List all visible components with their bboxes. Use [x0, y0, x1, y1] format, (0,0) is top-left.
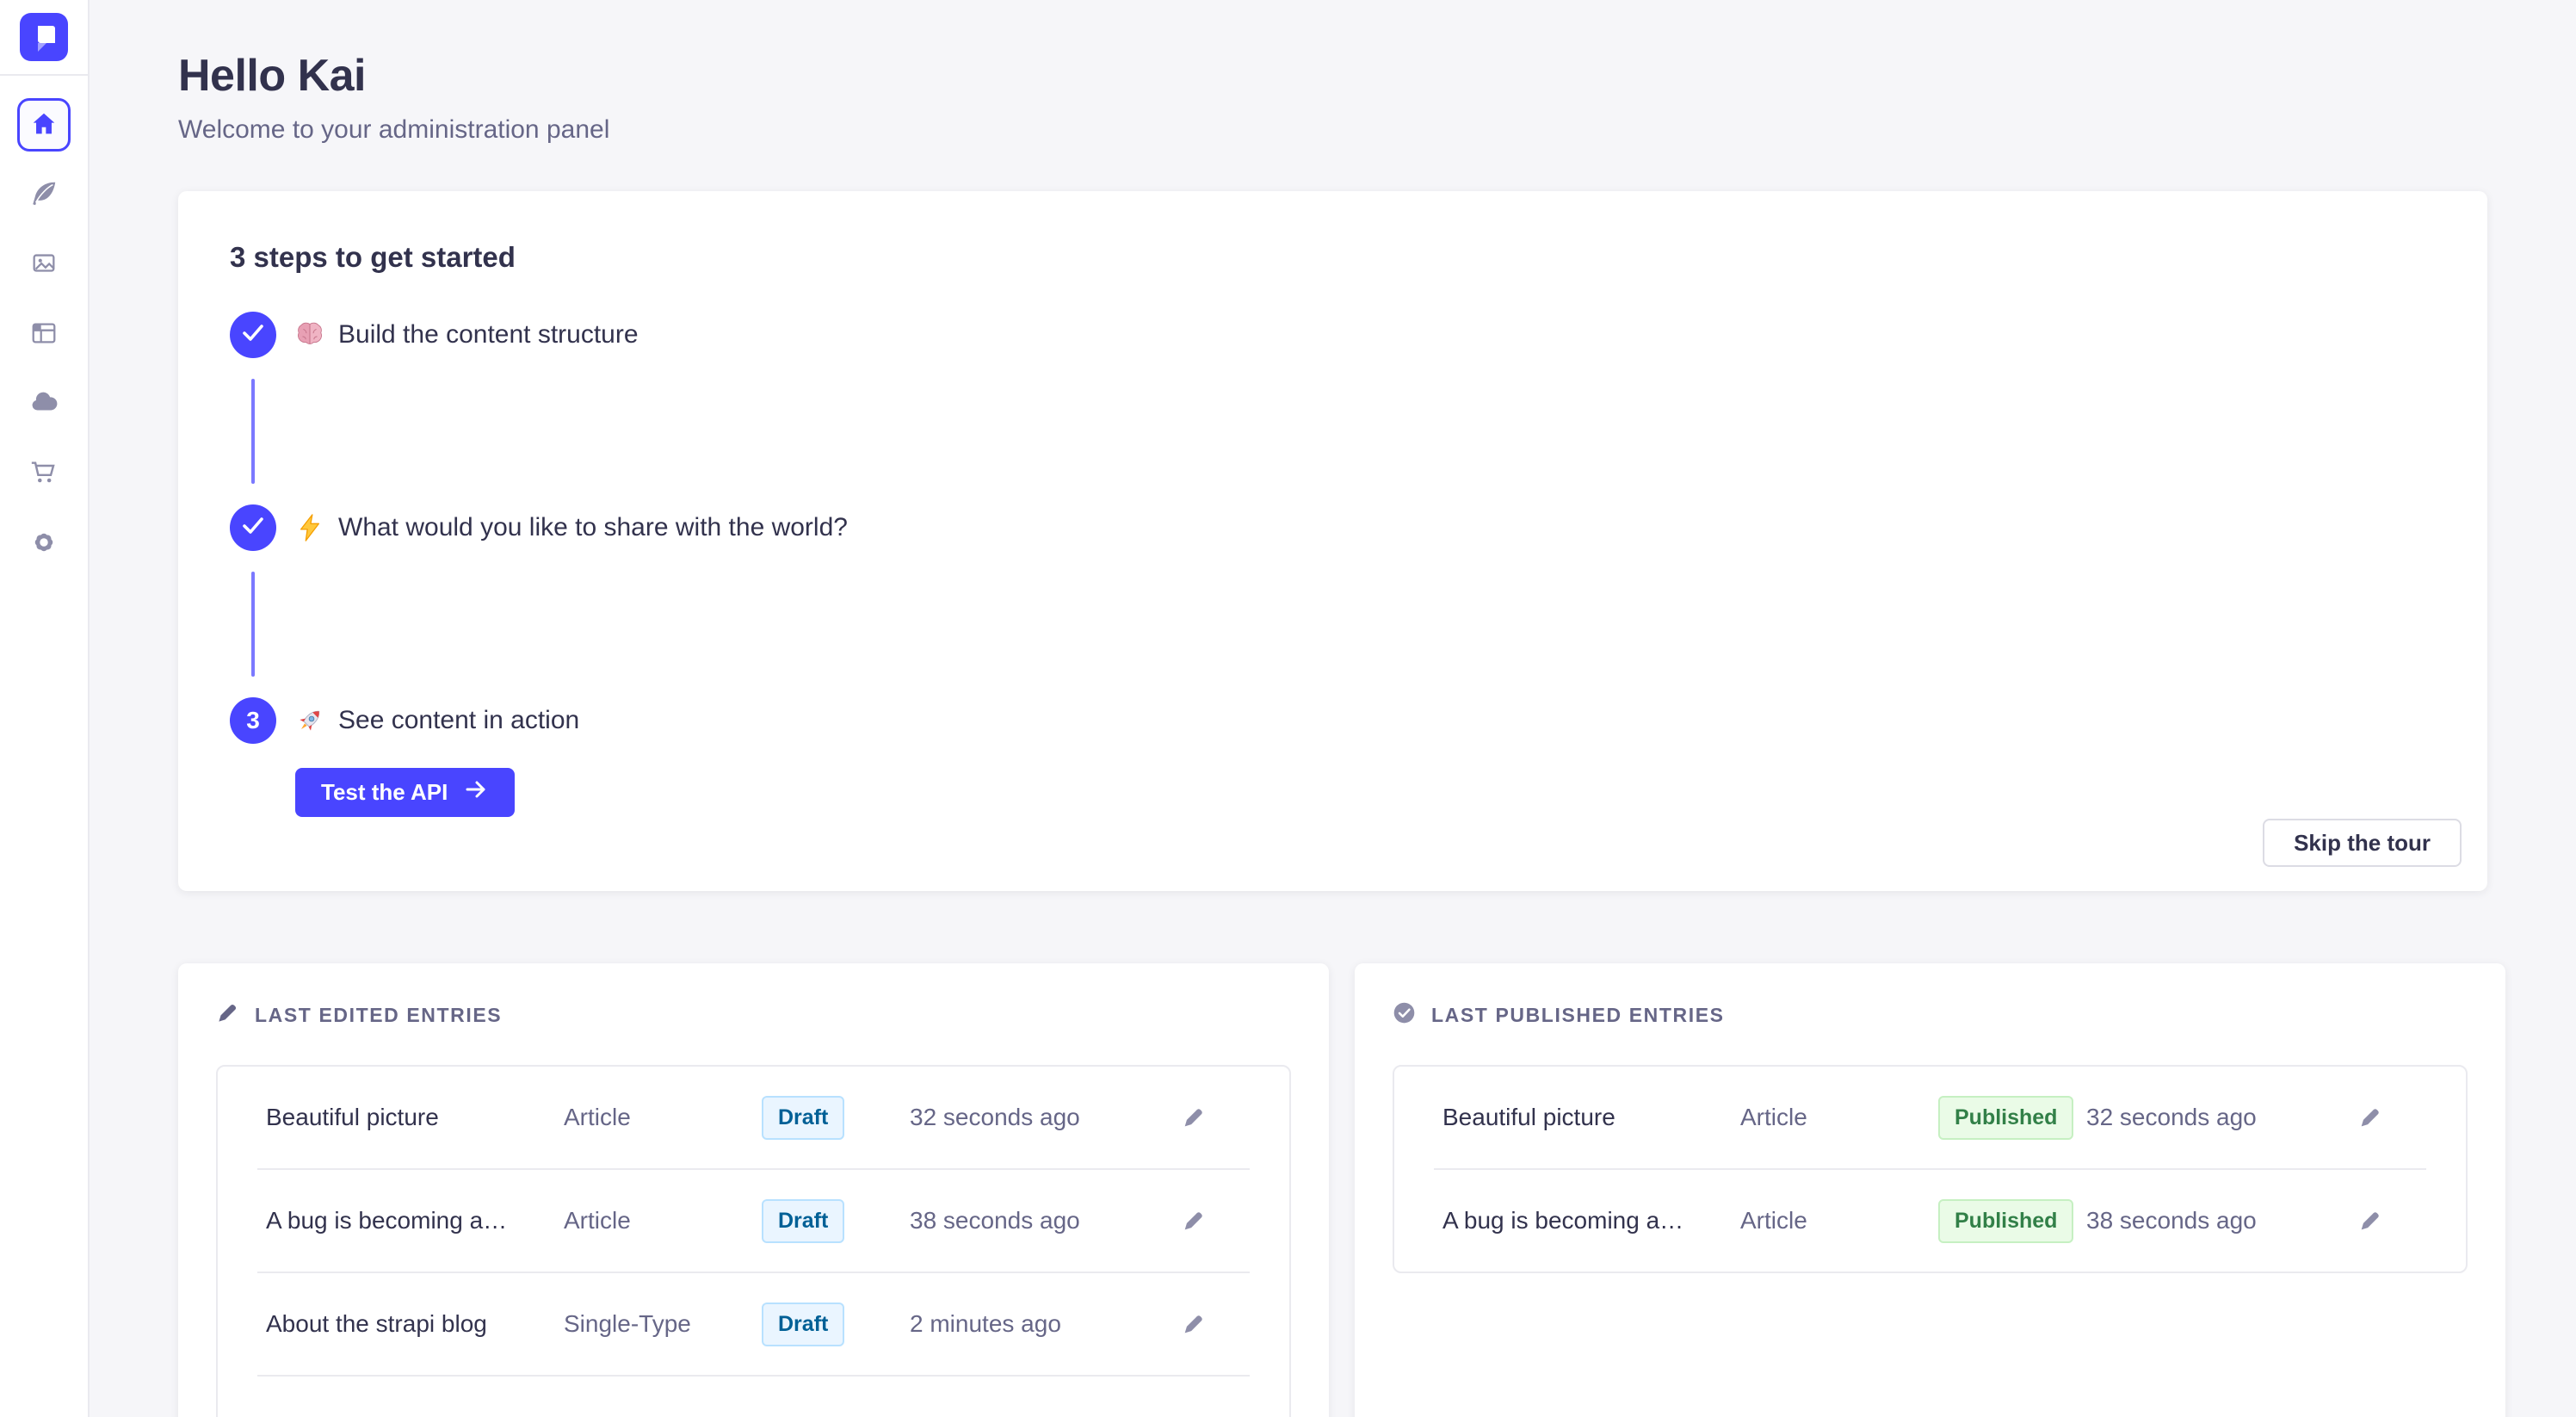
step-connector-line	[251, 379, 255, 484]
sidebar-item-content-type-builder[interactable]	[17, 307, 71, 361]
entry-time: 32 seconds ago	[2086, 1104, 2357, 1131]
status-badge: Draft	[762, 1303, 844, 1346]
table-row: A bug is becoming a… Article Published 3…	[1394, 1170, 2466, 1272]
last-edited-entries-panel: LAST EDITED ENTRIES Beautiful picture Ar…	[178, 963, 1329, 1417]
edit-entry-button[interactable]	[1181, 1208, 1207, 1234]
gear-icon	[29, 528, 59, 560]
entry-type: Article	[564, 1104, 762, 1131]
strapi-logo-icon[interactable]	[20, 13, 68, 61]
layout-icon	[29, 319, 59, 350]
step-label: See content in action	[338, 706, 579, 735]
entry-type: Article	[1740, 1104, 1938, 1131]
status-badge: Draft	[762, 1096, 844, 1140]
test-the-api-label: Test the API	[321, 779, 448, 806]
cart-icon	[29, 458, 59, 490]
check-circle-icon	[1393, 1001, 1416, 1029]
status-badge: Published	[1938, 1096, 2073, 1140]
step-build-content-structure: Build the content structure	[230, 312, 2436, 358]
arrow-right-icon	[463, 777, 489, 808]
images-icon	[29, 249, 59, 281]
entry-type: Single-Type	[564, 1310, 762, 1338]
step-share-with-world: What would you like to share with the wo…	[230, 504, 2436, 551]
step-done-indicator	[230, 504, 276, 551]
page-title: Hello Kai	[178, 50, 2487, 102]
zap-emoji	[295, 513, 324, 542]
entry-time: 38 seconds ago	[2086, 1207, 2357, 1234]
entries-panels: LAST EDITED ENTRIES Beautiful picture Ar…	[178, 963, 2487, 1417]
page-subtitle: Welcome to your administration panel	[178, 115, 2487, 145]
entry-title: A bug is becoming a…	[1442, 1207, 1740, 1234]
feather-icon	[29, 179, 59, 211]
step-label: What would you like to share with the wo…	[338, 513, 848, 542]
step-number: 3	[246, 707, 260, 734]
sidebar-item-home[interactable]	[17, 98, 71, 152]
panel-title: LAST EDITED ENTRIES	[255, 1004, 502, 1027]
edit-entry-button[interactable]	[2357, 1105, 2383, 1130]
guided-tour-card: 3 steps to get started	[178, 191, 2487, 891]
sidebar-icon-list	[0, 76, 88, 586]
entry-time: 32 seconds ago	[910, 1104, 1181, 1131]
last-published-entries-panel: LAST PUBLISHED ENTRIES Beautiful picture…	[1355, 963, 2505, 1417]
skip-the-tour-button[interactable]: Skip the tour	[2263, 819, 2462, 867]
table-row: Beautiful picture Article Draft 32 secon…	[218, 1067, 1289, 1168]
check-icon	[230, 309, 276, 362]
check-icon	[230, 502, 276, 554]
last-edited-entries-table: Beautiful picture Article Draft 32 secon…	[216, 1065, 1291, 1417]
panel-title: LAST PUBLISHED ENTRIES	[1431, 1004, 1725, 1027]
status-badge: Published	[1938, 1199, 2073, 1243]
cloud-icon	[29, 388, 59, 420]
entry-title: Beautiful picture	[266, 1104, 564, 1131]
entry-time: 38 seconds ago	[910, 1207, 1181, 1234]
edit-entry-button[interactable]	[1181, 1311, 1207, 1337]
step-number-indicator: 3	[230, 697, 276, 744]
last-published-entries-table: Beautiful picture Article Published 32 s…	[1393, 1065, 2468, 1273]
rocket-emoji	[295, 706, 324, 735]
sidebar-item-deploy[interactable]	[17, 377, 71, 430]
table-spacer	[218, 1377, 1289, 1417]
edit-entry-button[interactable]	[1181, 1105, 1207, 1130]
entry-time: 2 minutes ago	[910, 1310, 1181, 1338]
step-connector-line	[251, 572, 255, 677]
test-the-api-button[interactable]: Test the API	[295, 768, 515, 817]
entry-type: Article	[564, 1207, 762, 1234]
main-navigation	[0, 0, 90, 1417]
step-see-content-in-action: 3	[230, 697, 2436, 817]
table-row: About the strapi blog Single-Type Draft …	[218, 1273, 1289, 1375]
table-row: Beautiful picture Article Published 32 s…	[1394, 1067, 2466, 1168]
table-row: A bug is becoming a… Article Draft 38 se…	[218, 1170, 1289, 1272]
step-done-indicator	[230, 312, 276, 358]
sidebar-item-content-manager[interactable]	[17, 168, 71, 221]
entry-type: Article	[1740, 1207, 1938, 1234]
home-icon	[29, 109, 59, 141]
entry-title: A bug is becoming a…	[266, 1207, 564, 1234]
sidebar-item-media-library[interactable]	[17, 238, 71, 291]
entry-title: Beautiful picture	[1442, 1104, 1740, 1131]
sidebar-item-marketplace[interactable]	[17, 447, 71, 500]
sidebar-item-settings[interactable]	[17, 517, 71, 570]
guided-tour-steps: Build the content structure	[230, 312, 2436, 817]
edit-entry-button[interactable]	[2357, 1208, 2383, 1234]
brain-emoji	[295, 320, 324, 350]
entry-title: About the strapi blog	[266, 1310, 564, 1338]
main-content: Hello Kai Welcome to your administration…	[90, 0, 2576, 1417]
workspace-logo-section	[0, 0, 88, 76]
step-label: Build the content structure	[338, 320, 639, 350]
pencil-icon	[216, 1001, 239, 1029]
status-badge: Draft	[762, 1199, 844, 1243]
guided-tour-title: 3 steps to get started	[230, 241, 2436, 274]
